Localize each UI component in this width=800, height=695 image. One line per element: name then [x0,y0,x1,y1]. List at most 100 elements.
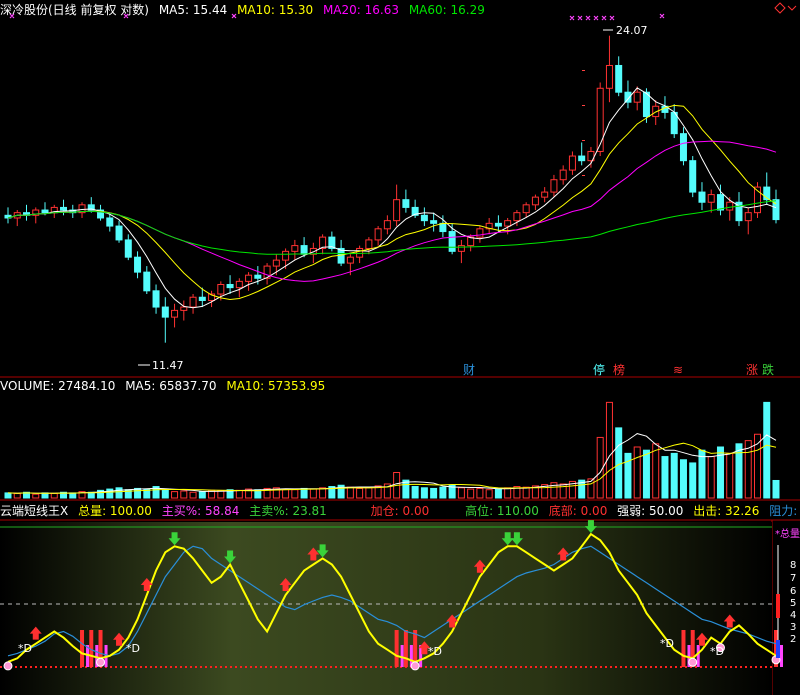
candle-body [550,179,558,193]
scale-tick-6: 6 [790,586,796,597]
candle-body [356,247,364,258]
candle-body [161,306,169,318]
volume-bar [652,443,660,499]
chevron-down-icon[interactable] [787,5,797,11]
candle-body [245,274,253,282]
volume-bar [689,462,697,499]
candle-body [124,239,132,258]
candle-body [578,155,586,162]
volume-bar [180,490,188,499]
volume-bar [217,490,225,499]
candle-body [374,228,382,241]
candle-body [143,271,151,292]
volume-bar [171,491,179,499]
candle-body [282,250,290,261]
volume-bar [13,493,21,499]
volume-bar [309,488,317,499]
d-mark: *D [428,645,442,658]
event-tag-limit-up[interactable]: 涨 [746,362,758,377]
candle-body [568,155,576,171]
buy-signal-bar [696,645,700,667]
volume-bar [365,487,373,499]
volume-bar [633,446,641,499]
buy-signal-bar [394,630,399,667]
volume-bar [467,488,475,499]
volume-bar [735,443,743,499]
volume-ma-layer [7,433,777,494]
candle-body [272,259,280,267]
scale-bar-blue [776,640,780,658]
candle-body [689,160,697,193]
candle-body [171,309,179,318]
bottom-marker-icon [410,661,420,671]
event-tag-limit-down[interactable]: 跌 [762,362,774,377]
volume-bar [763,401,771,499]
candle-body [365,239,373,249]
volume-bar [115,487,123,499]
candle-body [457,245,465,252]
d-mark: *D [126,642,140,655]
buy-signal-bar [80,630,85,667]
candle-body [476,228,484,238]
candle-body [152,290,160,308]
candle-body [402,199,410,208]
ma60-line [7,200,777,255]
volume-bar [642,449,650,499]
volume-bar [522,486,530,499]
right-scale-title: *总量 [775,527,800,540]
chart-canvas[interactable]: 24.07 11.47 财 停 榜 ≋ 涨 跌 *D *D *D *D *D *… [0,0,800,695]
candle-body [716,194,724,211]
candle-body [383,220,391,230]
candle-body [726,201,734,211]
volume-bar [726,452,734,499]
volume-ma10-line [7,442,777,494]
volume-bar [698,449,706,499]
candle-body [235,280,243,289]
volume-bar [50,493,58,499]
candle-body [559,169,567,181]
event-tag-ranking[interactable]: 榜 [613,362,625,377]
scale-tick-4: 4 [790,610,796,621]
volume-bar [106,488,114,499]
volume-ma5-line [7,433,777,494]
candle-body [106,217,114,227]
diamond-icon[interactable] [774,2,786,14]
volume-bar [476,487,484,499]
volume-bar [615,427,623,499]
candle-body [180,306,188,311]
candle-body [522,204,530,214]
candle-body [698,191,706,203]
volume-bar [356,487,364,499]
volume-bar [430,487,438,499]
candle-body [300,245,308,255]
candle-body [198,296,206,301]
candle-body [448,231,456,252]
scale-tick-8: 8 [790,560,796,571]
buy-signal-bar [681,630,686,667]
volume-bar [772,479,780,499]
candle-body [541,191,549,198]
bottom-marker-icon [688,657,698,667]
corner-controls[interactable] [774,2,797,14]
scale-tick-5: 5 [790,598,796,609]
event-tag-finance[interactable]: 财 [463,363,475,377]
candle-body [420,214,428,222]
d-mark: *D [710,645,724,658]
volume-bar [291,489,299,499]
volume-bar [189,491,197,499]
event-tag-halt[interactable]: 停 [593,362,605,377]
volume-bar [661,456,669,499]
candle-body [41,209,49,214]
candle-body [504,220,512,227]
indicator-background [0,522,772,695]
ma5-line [7,87,777,309]
volume-bar [707,456,715,499]
event-tags[interactable]: 财 停 榜 ≋ 涨 跌 [463,362,774,377]
high-price-label: 24.07 [616,24,648,37]
volume-bar [32,493,40,499]
candle-body [494,222,502,227]
event-tag-wave[interactable]: ≋ [673,363,683,377]
low-price-label: 11.47 [152,359,184,372]
candle-body [291,245,299,252]
volume-bar [494,488,502,499]
